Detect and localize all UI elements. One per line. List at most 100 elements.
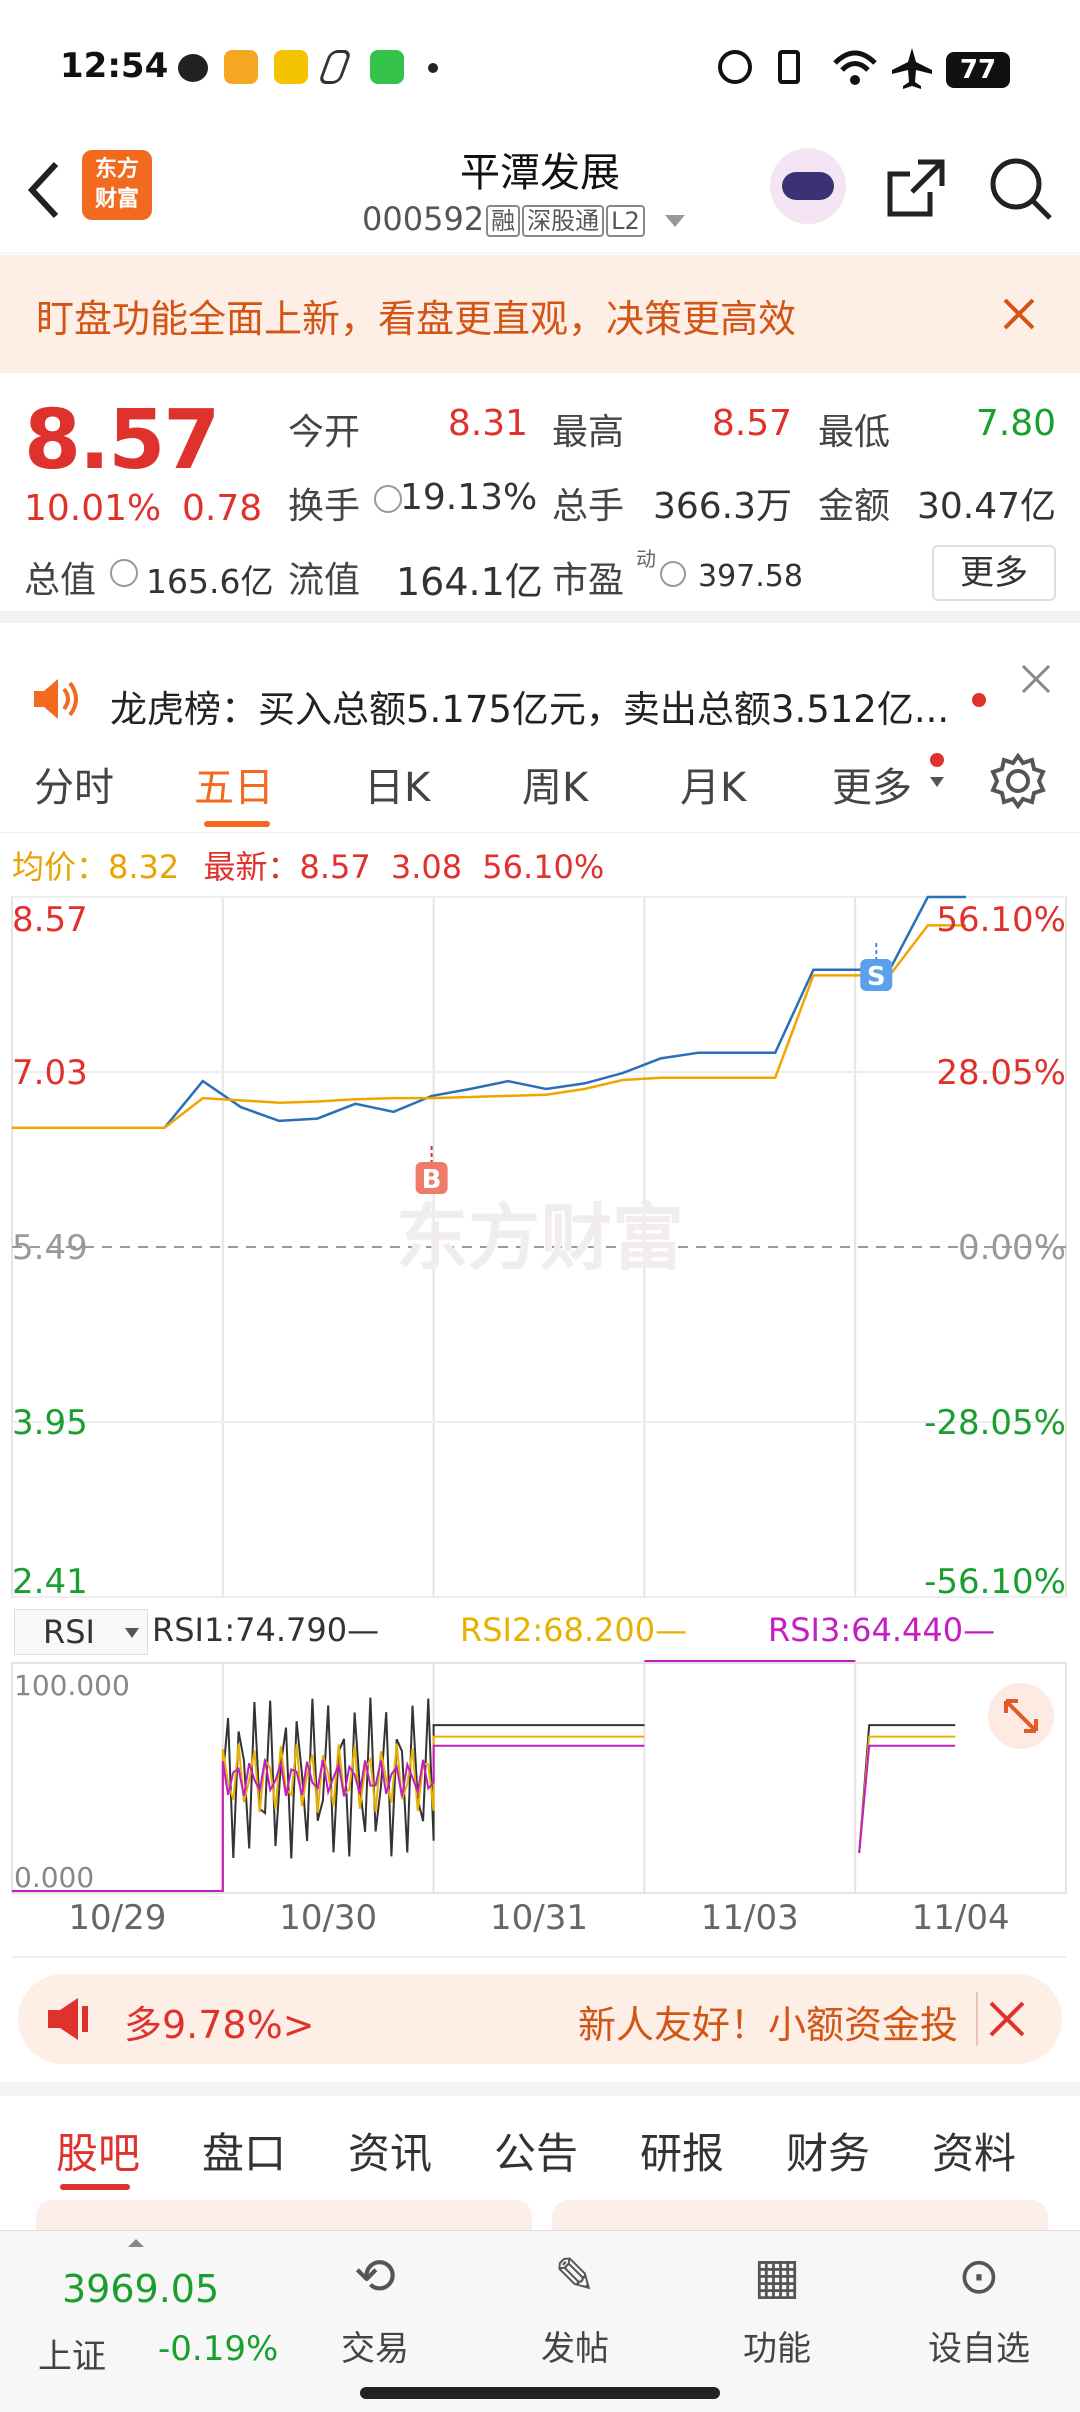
y-tick-label-left: 2.41 — [12, 1562, 88, 1602]
connect-tag: 深股通 — [522, 205, 605, 237]
y-tick-label-left: 7.03 — [12, 1053, 88, 1093]
tab-research[interactable]: 研报 — [640, 2120, 724, 2181]
avg-label: 均价： — [12, 848, 109, 886]
status-bar: 12:54 77 — [0, 0, 1080, 140]
grid-icon: ▦ — [753, 2247, 801, 2305]
turnover-label: 换手 — [288, 486, 361, 527]
nav-functions[interactable]: ▦ 功能 — [702, 2231, 852, 2370]
more-dot-icon — [428, 63, 438, 73]
tab-profile[interactable]: 资料 — [932, 2120, 1016, 2181]
watermark: 东方财富 — [396, 1196, 684, 1280]
amount-label: 金额 — [818, 486, 891, 527]
vibrate-icon — [778, 50, 800, 84]
y-tick-label-right: -28.05% — [924, 1403, 1066, 1443]
y-tick-label-right: 56.10% — [936, 900, 1066, 940]
low-value: 7.80 — [975, 403, 1056, 444]
rsi3-label: RSI3:64.440— — [768, 1611, 996, 1649]
rsi-selector-label: RSI — [43, 1613, 95, 1651]
video-app-icon — [224, 50, 258, 84]
y-tick-label-right: 0.00% — [958, 1228, 1066, 1268]
expand-icon — [1004, 1699, 1038, 1733]
green-app-icon — [370, 50, 404, 84]
yen-cycle-icon: ⟲ — [354, 2247, 396, 2305]
tab-more[interactable]: 更多 — [832, 755, 912, 813]
avg-value: 8.32 — [108, 848, 180, 886]
nav-app-icon — [317, 50, 353, 84]
y-tick-label-left: 5.49 — [12, 1228, 88, 1268]
battery-icon: 77 — [946, 52, 1010, 88]
close-icon[interactable] — [988, 2000, 1026, 2038]
marker-label: S — [867, 962, 886, 992]
tab-financials[interactable]: 财务 — [786, 2120, 870, 2181]
mktcap-label: 总值 — [24, 560, 97, 601]
index-change: -0.19% — [158, 2329, 279, 2369]
chart-canvas: 东方财富 BS 8.57 56.10%7.03 28.05%5.49 0.00%3.9… — [11, 895, 1067, 1958]
tab-news[interactable]: 资讯 — [348, 2120, 432, 2181]
new-dot — [930, 753, 944, 767]
share-icon[interactable] — [884, 156, 948, 220]
tab-monthly-k[interactable]: 月K — [680, 755, 746, 813]
rsi-line-day5-1 — [858, 1724, 956, 1854]
tab-order-book[interactable]: 盘口 — [202, 2120, 286, 2181]
open-label: 今开 — [288, 412, 361, 453]
info-icon[interactable] — [110, 559, 138, 587]
volume-label: 总手 — [552, 486, 625, 527]
nav-trade[interactable]: ⟲ 交易 — [300, 2231, 450, 2370]
tab-announcements[interactable]: 公告 — [494, 2120, 578, 2181]
wifi-icon — [833, 50, 877, 85]
robot-avatar[interactable] — [770, 148, 846, 224]
x-tick-label: 10/31 — [490, 1898, 588, 1938]
change-value: 3.08 — [390, 848, 463, 886]
rsi-selector[interactable]: RSI — [14, 1609, 148, 1655]
rsi-line-2 — [12, 1735, 645, 1892]
gear-icon[interactable] — [990, 753, 1046, 809]
nav-functions-label: 功能 — [743, 2329, 811, 2369]
low-label: 最低 — [818, 412, 891, 453]
info-icon[interactable] — [374, 485, 402, 513]
nav-add-watchlist-label: 设自选 — [928, 2329, 1030, 2369]
rsi1-label: RSI1:74.790— — [152, 1611, 380, 1649]
rsi-line-day5-3 — [858, 1744, 956, 1854]
rsi-bottom-label: 0.000 — [14, 1861, 95, 1894]
nav-post-label: 发帖 — [541, 2329, 609, 2369]
nav-trade-label: 交易 — [341, 2329, 409, 2369]
stock-code-row[interactable]: 000592 融深股通 L2 — [362, 200, 685, 238]
tab-five-day[interactable]: 五日 — [194, 755, 274, 813]
close-icon[interactable] — [1020, 663, 1052, 695]
nav-add-watchlist[interactable]: ⊙ 设自选 — [904, 2231, 1054, 2370]
more-button[interactable]: 更多 — [932, 545, 1056, 601]
axis-labels: 8.57 56.10% 7.03 28.05% 5.49 0.00% 3.95 -28.05%… — [12, 900, 1066, 1938]
info-icon[interactable] — [660, 561, 686, 587]
x-tick-label: 11/04 — [912, 1898, 1010, 1938]
pe-value: 397.58 — [698, 559, 803, 594]
airplane-icon — [892, 48, 932, 89]
x-tick-label: 11/03 — [701, 1898, 799, 1938]
tab-guba[interactable]: 股吧 — [56, 2120, 140, 2181]
app-icon — [274, 50, 308, 84]
content-tabs: 股吧 盘口 资讯 公告 研报 财务 资料 — [0, 2082, 1080, 2190]
promo-bar[interactable]: 多9.78%> 新人友好！小额资金投 — [18, 1974, 1062, 2064]
turnover-value: 19.13% — [400, 477, 538, 518]
tab-intraday[interactable]: 分时 — [34, 755, 114, 813]
nav-post[interactable]: ✎ 发帖 — [500, 2231, 650, 2370]
search-icon[interactable] — [986, 154, 1056, 224]
y-tick-label-right: -56.10% — [924, 1562, 1066, 1602]
rsi-lines — [11, 1660, 1067, 1894]
tab-weekly-k[interactable]: 周K — [522, 755, 588, 813]
five-day-chart[interactable]: 东方财富 BS 8.57 56.10% 7.03 28.05% 5.49 0.00% 3.9… — [0, 893, 1080, 1963]
app-screen: { "status_bar": {"time": "12:54", "batte… — [0, 0, 1080, 2412]
x-tick-label: 10/30 — [279, 1898, 377, 1938]
float-label: 流值 — [288, 560, 361, 601]
change-pct: 10.01% — [24, 488, 162, 529]
index-value[interactable]: 3969.05 — [62, 2267, 219, 2311]
feature-banner[interactable]: 盯盘功能全面上新，看盘更直观，决策更高效 — [0, 255, 1080, 373]
dragon-tiger-notice[interactable]: 龙虎榜：买入总额5.175亿元，卖出总额3.512亿... — [0, 623, 1080, 733]
close-icon[interactable] — [1002, 297, 1036, 331]
expand-button[interactable] — [988, 1683, 1054, 1749]
divider — [976, 1992, 978, 2046]
banner-text: 盯盘功能全面上新，看盘更直观，决策更高效 — [36, 297, 797, 341]
tab-daily-k[interactable]: 日K — [364, 755, 430, 813]
rsi-line-day5-2 — [858, 1735, 956, 1854]
chart-grid — [11, 896, 1067, 1958]
rsi-frame — [11, 1662, 1067, 1894]
